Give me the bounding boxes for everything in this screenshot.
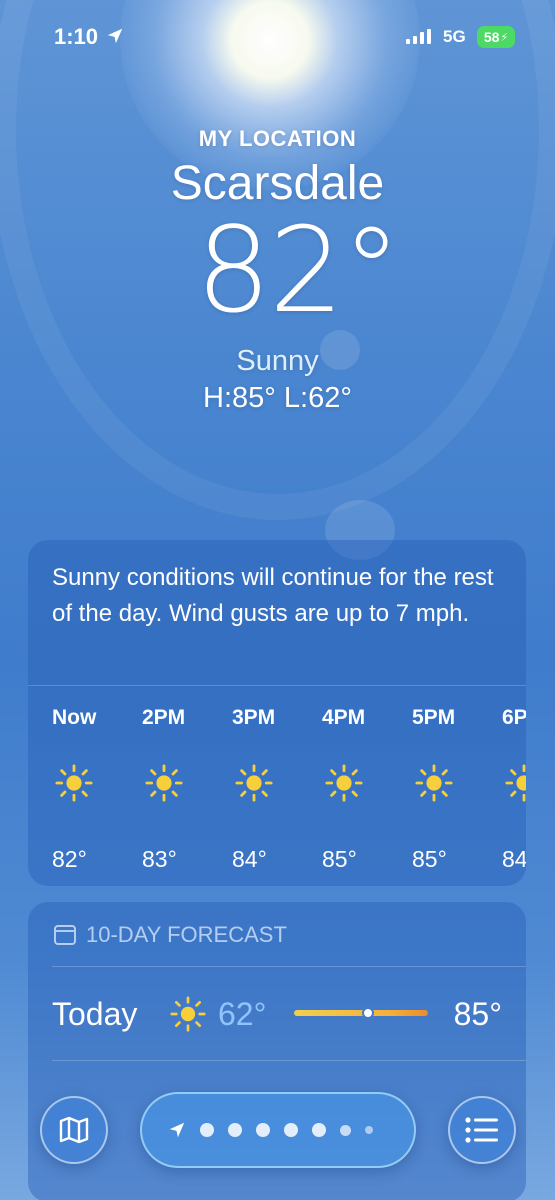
hour-item: 4PM 85° (320, 686, 410, 886)
current-condition: Sunny (236, 345, 319, 377)
hour-label: 4PM (322, 706, 366, 729)
hour-temp: 84 (502, 846, 526, 872)
hour-temp: 84° (232, 846, 267, 872)
divider (52, 1060, 526, 1061)
page-dot (200, 1123, 214, 1137)
hour-label: 2PM (142, 706, 186, 729)
temperature-range-bar (294, 1007, 428, 1019)
hour-label: Now (52, 706, 97, 729)
page-dot (228, 1123, 242, 1137)
hour-item: Now 82° (50, 686, 140, 886)
hour-item: 6P 84 (500, 686, 526, 886)
sun-icon (55, 764, 93, 802)
hour-temp: 82° (52, 846, 87, 872)
hour-item: 2PM 83° (140, 686, 230, 886)
location-page-indicator[interactable] (140, 1092, 416, 1168)
forecast-low: 62° (218, 996, 267, 1032)
calendar-icon (54, 925, 76, 945)
hour-label: 3PM (232, 706, 276, 729)
current-temp-marker (361, 1007, 374, 1019)
hour-temp: 85° (412, 846, 447, 872)
sun-icon (145, 764, 183, 802)
current-weather-header: MY LOCATION Scarsdale 82° Sunny H:85° L:… (0, 120, 555, 415)
battery-level: 58 (483, 29, 500, 45)
ten-day-title: 10-DAY FORECAST (86, 922, 287, 947)
divider (52, 966, 526, 967)
forecast-day: Today (52, 996, 138, 1032)
page-dot (284, 1123, 298, 1137)
forecast-row-today[interactable]: Today 62° 85° (52, 988, 502, 1044)
hour-temp: 85° (322, 846, 357, 872)
forecast-high: 85° (453, 996, 502, 1032)
hour-label: 6P (502, 706, 526, 729)
sun-icon (170, 996, 206, 1032)
locations-list-button[interactable] (448, 1096, 516, 1164)
page-dot (340, 1124, 351, 1136)
list-icon (465, 1117, 498, 1143)
current-temperature: 82° (195, 201, 401, 339)
hourly-forecast-card[interactable]: Sunny conditions will continue for the r… (28, 540, 526, 886)
map-icon (59, 1116, 89, 1144)
hour-temp: 83° (142, 846, 177, 872)
location-arrow-icon (169, 1122, 185, 1138)
page-dot (312, 1123, 326, 1137)
sun-icon (325, 764, 363, 802)
hour-item: 3PM 84° (230, 686, 320, 886)
forecast-summary: Sunny conditions will continue for the r… (28, 540, 526, 686)
high-low-temps: H:85° L:62° (203, 382, 352, 414)
network-type: 5G (443, 27, 466, 46)
hour-item: 5PM 85° (410, 686, 500, 886)
hour-label: 5PM (412, 706, 456, 729)
ten-day-header: 10-DAY FORECAST (54, 922, 287, 948)
bottom-toolbar (0, 1080, 555, 1200)
sun-icon (235, 764, 273, 802)
signal-icon (406, 28, 431, 44)
sun-icon (505, 764, 526, 802)
location-arrow-icon (107, 28, 123, 44)
page-dot (365, 1126, 373, 1134)
hourly-scroller[interactable]: Now 82° 2PM 83° 3PM 84° 4PM 85° 5PM 85° … (28, 686, 526, 886)
status-time: 1:10 (54, 24, 99, 49)
map-button[interactable] (40, 1096, 108, 1164)
location-label: MY LOCATION (198, 126, 357, 151)
status-bar: 1:10 5G 58 ⚡ (0, 0, 555, 74)
page-dot (256, 1123, 270, 1137)
battery-icon: 58 ⚡ (477, 26, 515, 48)
sun-icon (415, 764, 453, 802)
